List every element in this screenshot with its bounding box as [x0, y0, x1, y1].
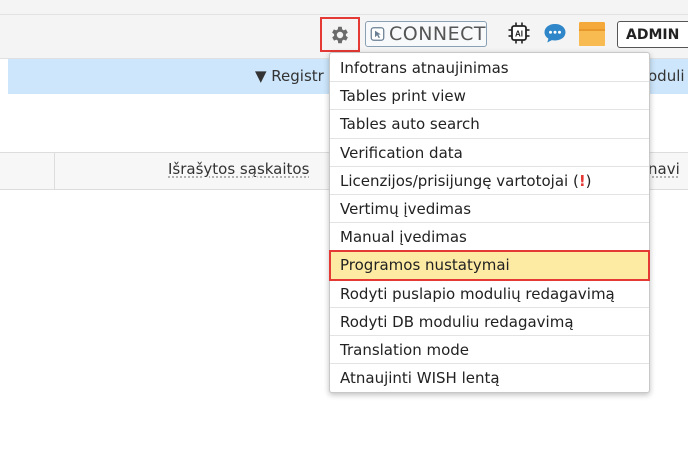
settings-button[interactable] — [320, 17, 360, 52]
chat-icon[interactable] — [543, 22, 567, 44]
settings-dropdown-menu: Infotrans atnaujinimas Tables print view… — [329, 52, 650, 393]
registry-right-text: oduli — [648, 67, 685, 85]
toolbar-divider — [0, 14, 688, 15]
gear-icon — [332, 26, 348, 43]
menu-item-label: Infotrans atnaujinimas — [340, 59, 509, 77]
connect-label: CONNECT — [388, 23, 486, 45]
menu-item-label: Rodyti DB moduliu redagavimą — [340, 312, 574, 331]
warning-mark: ! — [578, 171, 586, 190]
menu-item-translations-input[interactable]: Vertimų įvedimas — [330, 195, 649, 224]
menu-item-licenses-users[interactable]: Licenzijos/prisijungę vartotojai (!) — [330, 167, 649, 195]
folder-icon[interactable] — [578, 21, 606, 47]
menu-item-manual-input[interactable]: Manual įvedimas — [330, 223, 649, 252]
menu-item-label-suffix: ) — [585, 171, 592, 190]
menu-item-update-wish-board[interactable]: Atnaujinti WISH lentą — [330, 364, 649, 392]
menu-item-label: Atnaujinti WISH lentą — [340, 369, 500, 388]
menu-item-label: Vertimų įvedimas — [340, 199, 472, 218]
menu-item-tables-auto-search[interactable]: Tables auto search — [330, 110, 649, 139]
menu-item-tables-print-view[interactable]: Tables print view — [330, 82, 649, 111]
column-header-invoices[interactable]: Išrašytos sąskaitos — [168, 160, 309, 178]
registry-title[interactable]: ▼ Registr — [255, 67, 324, 85]
menu-item-db-modules-edit[interactable]: Rodyti DB moduliu redagavimą — [330, 308, 649, 336]
menu-item-program-settings[interactable]: Programos nustatymai — [329, 250, 650, 281]
menu-item-label: Licenzijos/prisijungę vartotojai ( — [340, 171, 579, 190]
menu-item-label: Tables auto search — [340, 115, 480, 134]
menu-item-label: Programos nustatymai — [340, 256, 510, 275]
admin-button[interactable]: ADMIN — [617, 21, 688, 48]
column-header-right[interactable]: navi — [648, 160, 680, 178]
ai-chip-icon[interactable]: AI — [508, 22, 530, 44]
connect-icon — [370, 27, 385, 41]
menu-item-label: Tables print view — [340, 87, 466, 106]
menu-item-infotrans-update[interactable]: Infotrans atnaujinimas — [330, 54, 649, 83]
menu-item-translation-mode[interactable]: Translation mode — [330, 336, 649, 365]
menu-item-verification-data[interactable]: Verification data — [330, 139, 649, 167]
menu-item-label: Verification data — [340, 143, 463, 162]
column-divider — [54, 152, 55, 189]
menu-item-label: Manual įvedimas — [340, 228, 467, 247]
ai-label: AI — [515, 30, 523, 39]
menu-item-page-modules-edit[interactable]: Rodyti puslapio modulių redagavimą — [330, 280, 649, 308]
connect-button[interactable]: CONNECT — [365, 21, 487, 47]
menu-item-label: Rodyti puslapio modulių redagavimą — [340, 284, 615, 303]
menu-item-label: Translation mode — [340, 340, 470, 359]
